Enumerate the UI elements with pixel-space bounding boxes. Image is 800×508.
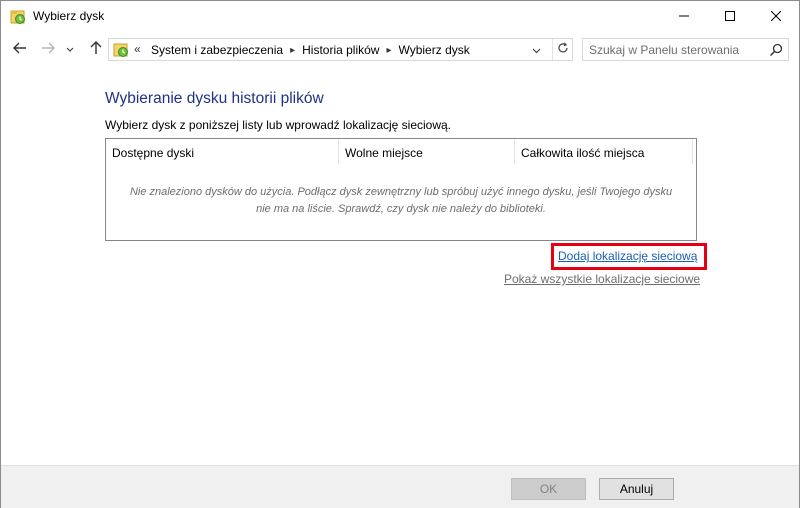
breadcrumb: System i zabezpieczenia ▸ Historia plikó…	[151, 43, 470, 57]
minimize-button[interactable]	[661, 1, 707, 32]
search-icon[interactable]	[768, 42, 784, 58]
arrow-up-icon	[90, 40, 102, 58]
close-icon	[770, 10, 782, 24]
maximize-icon	[725, 10, 735, 24]
file-history-icon	[10, 9, 26, 25]
breadcrumb-separator-icon[interactable]: ▸	[386, 45, 391, 56]
breadcrumb-item-system[interactable]: System i zabezpieczenia	[151, 43, 283, 57]
show-all-network-locations-link[interactable]: Pokaż wszystkie lokalizacje sieciowe	[504, 272, 700, 286]
breadcrumb-item-select-drive[interactable]: Wybierz dysk	[399, 43, 470, 57]
address-dropdown-button[interactable]	[526, 39, 546, 60]
address-bar[interactable]: « System i zabezpieczenia ▸ Historia pli…	[108, 38, 573, 61]
breadcrumb-item-file-history[interactable]: Historia plików	[302, 43, 379, 57]
empty-list-message-line: Nie znaleziono dysków do użycia. Podłącz…	[129, 186, 673, 198]
drive-list[interactable]: Dostępne dyski Wolne miejsce Całkowita i…	[105, 138, 697, 241]
chevron-down-icon	[532, 43, 541, 57]
refresh-button[interactable]	[552, 39, 572, 60]
drive-list-header: Dostępne dyski Wolne miejsce Całkowita i…	[106, 139, 696, 164]
recent-locations-button[interactable]	[63, 38, 77, 60]
breadcrumb-separator-icon[interactable]: ▸	[290, 45, 295, 56]
dialog-window: Wybierz dysk « System i zabezpieczenia ▸…	[0, 0, 800, 508]
back-button[interactable]	[9, 38, 31, 60]
maximize-button[interactable]	[707, 1, 753, 32]
window-title: Wybierz dysk	[33, 9, 105, 23]
navigation-bar: « System i zabezpieczenia ▸ Historia pli…	[1, 32, 799, 68]
column-header-available-drives[interactable]: Dostępne dyski	[106, 139, 339, 164]
close-button[interactable]	[753, 1, 799, 32]
add-network-location-link[interactable]: Dodaj lokalizację sieciową	[558, 249, 697, 263]
column-header-free-space[interactable]: Wolne miejsce	[339, 139, 515, 164]
breadcrumb-overflow[interactable]: «	[134, 42, 141, 56]
column-header-total-space[interactable]: Całkowita ilość miejsca	[515, 139, 693, 164]
arrow-left-icon	[13, 42, 27, 57]
title-bar: Wybierz dysk	[1, 1, 799, 32]
up-button[interactable]	[85, 38, 107, 60]
ok-button[interactable]: OK	[511, 478, 586, 500]
page-description: Wybierz dysk z poniższej listy lub wprow…	[105, 118, 452, 132]
minimize-icon	[679, 10, 689, 24]
page-title: Wybieranie dysku historii plików	[105, 90, 324, 107]
search-input[interactable]	[589, 41, 759, 58]
button-bar: OK Anuluj	[1, 465, 799, 508]
chevron-down-icon	[66, 42, 74, 56]
empty-list-message-line: nie ma na liście. Sprawdź, czy dysk nie …	[256, 203, 546, 215]
arrow-right-icon	[41, 42, 55, 57]
search-box	[582, 38, 789, 61]
empty-list-message: Nie znaleziono dysków do użycia. Podłącz…	[106, 184, 696, 218]
forward-button[interactable]	[37, 38, 59, 60]
refresh-icon	[557, 42, 569, 57]
file-history-icon	[113, 42, 129, 58]
cancel-button[interactable]: Anuluj	[599, 478, 674, 500]
